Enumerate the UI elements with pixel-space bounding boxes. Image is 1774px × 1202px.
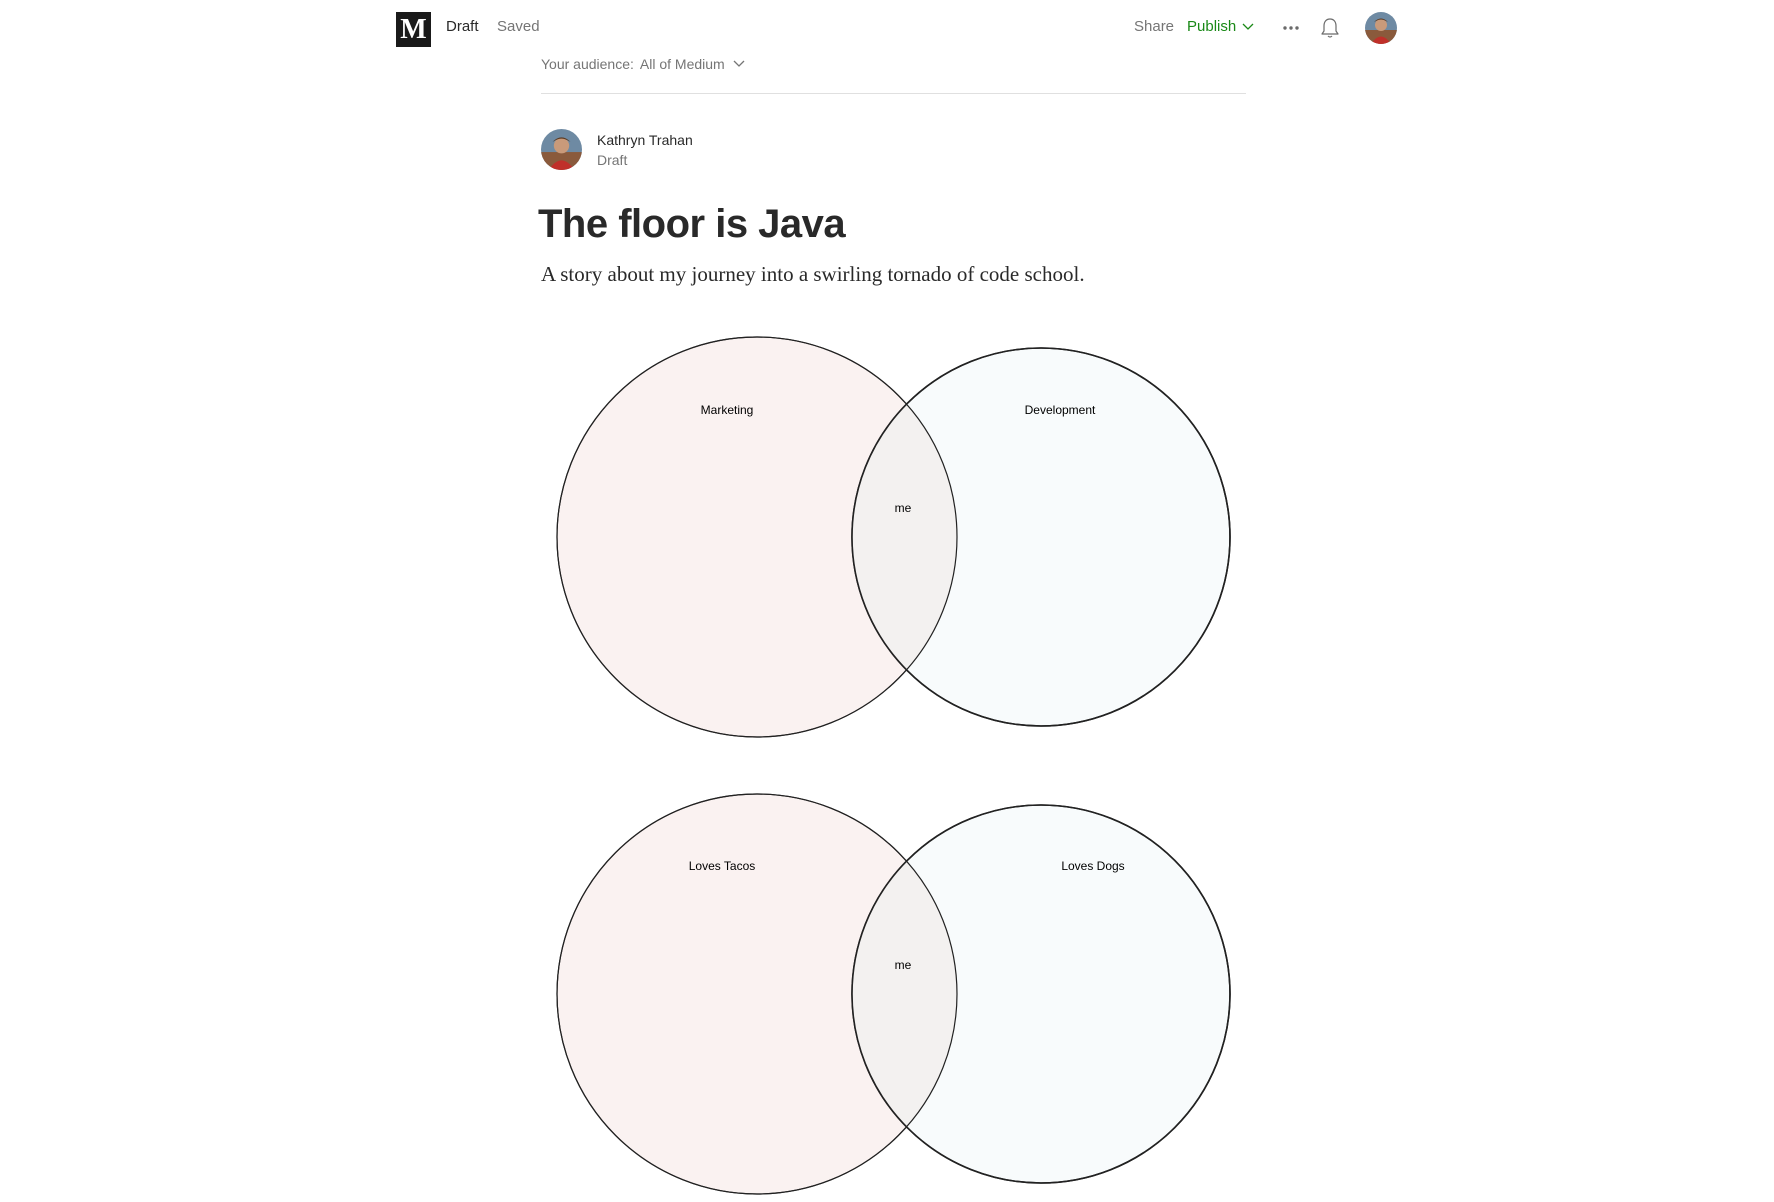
venn-overlap-label: me <box>895 958 912 972</box>
venn-diagram-images[interactable]: Marketing Development me Loves Tacos Lov… <box>0 0 1774 1202</box>
venn-left-label: Loves Tacos <box>689 859 756 873</box>
venn-diagram-1[interactable]: Marketing Development me <box>556 336 1231 738</box>
venn-overlap-label: me <box>895 501 912 515</box>
venn-left-label: Marketing <box>701 403 754 417</box>
venn-right-label: Development <box>1025 403 1096 417</box>
venn-right-label: Loves Dogs <box>1061 859 1124 873</box>
venn-diagram-2[interactable]: Loves Tacos Loves Dogs me <box>556 793 1231 1195</box>
